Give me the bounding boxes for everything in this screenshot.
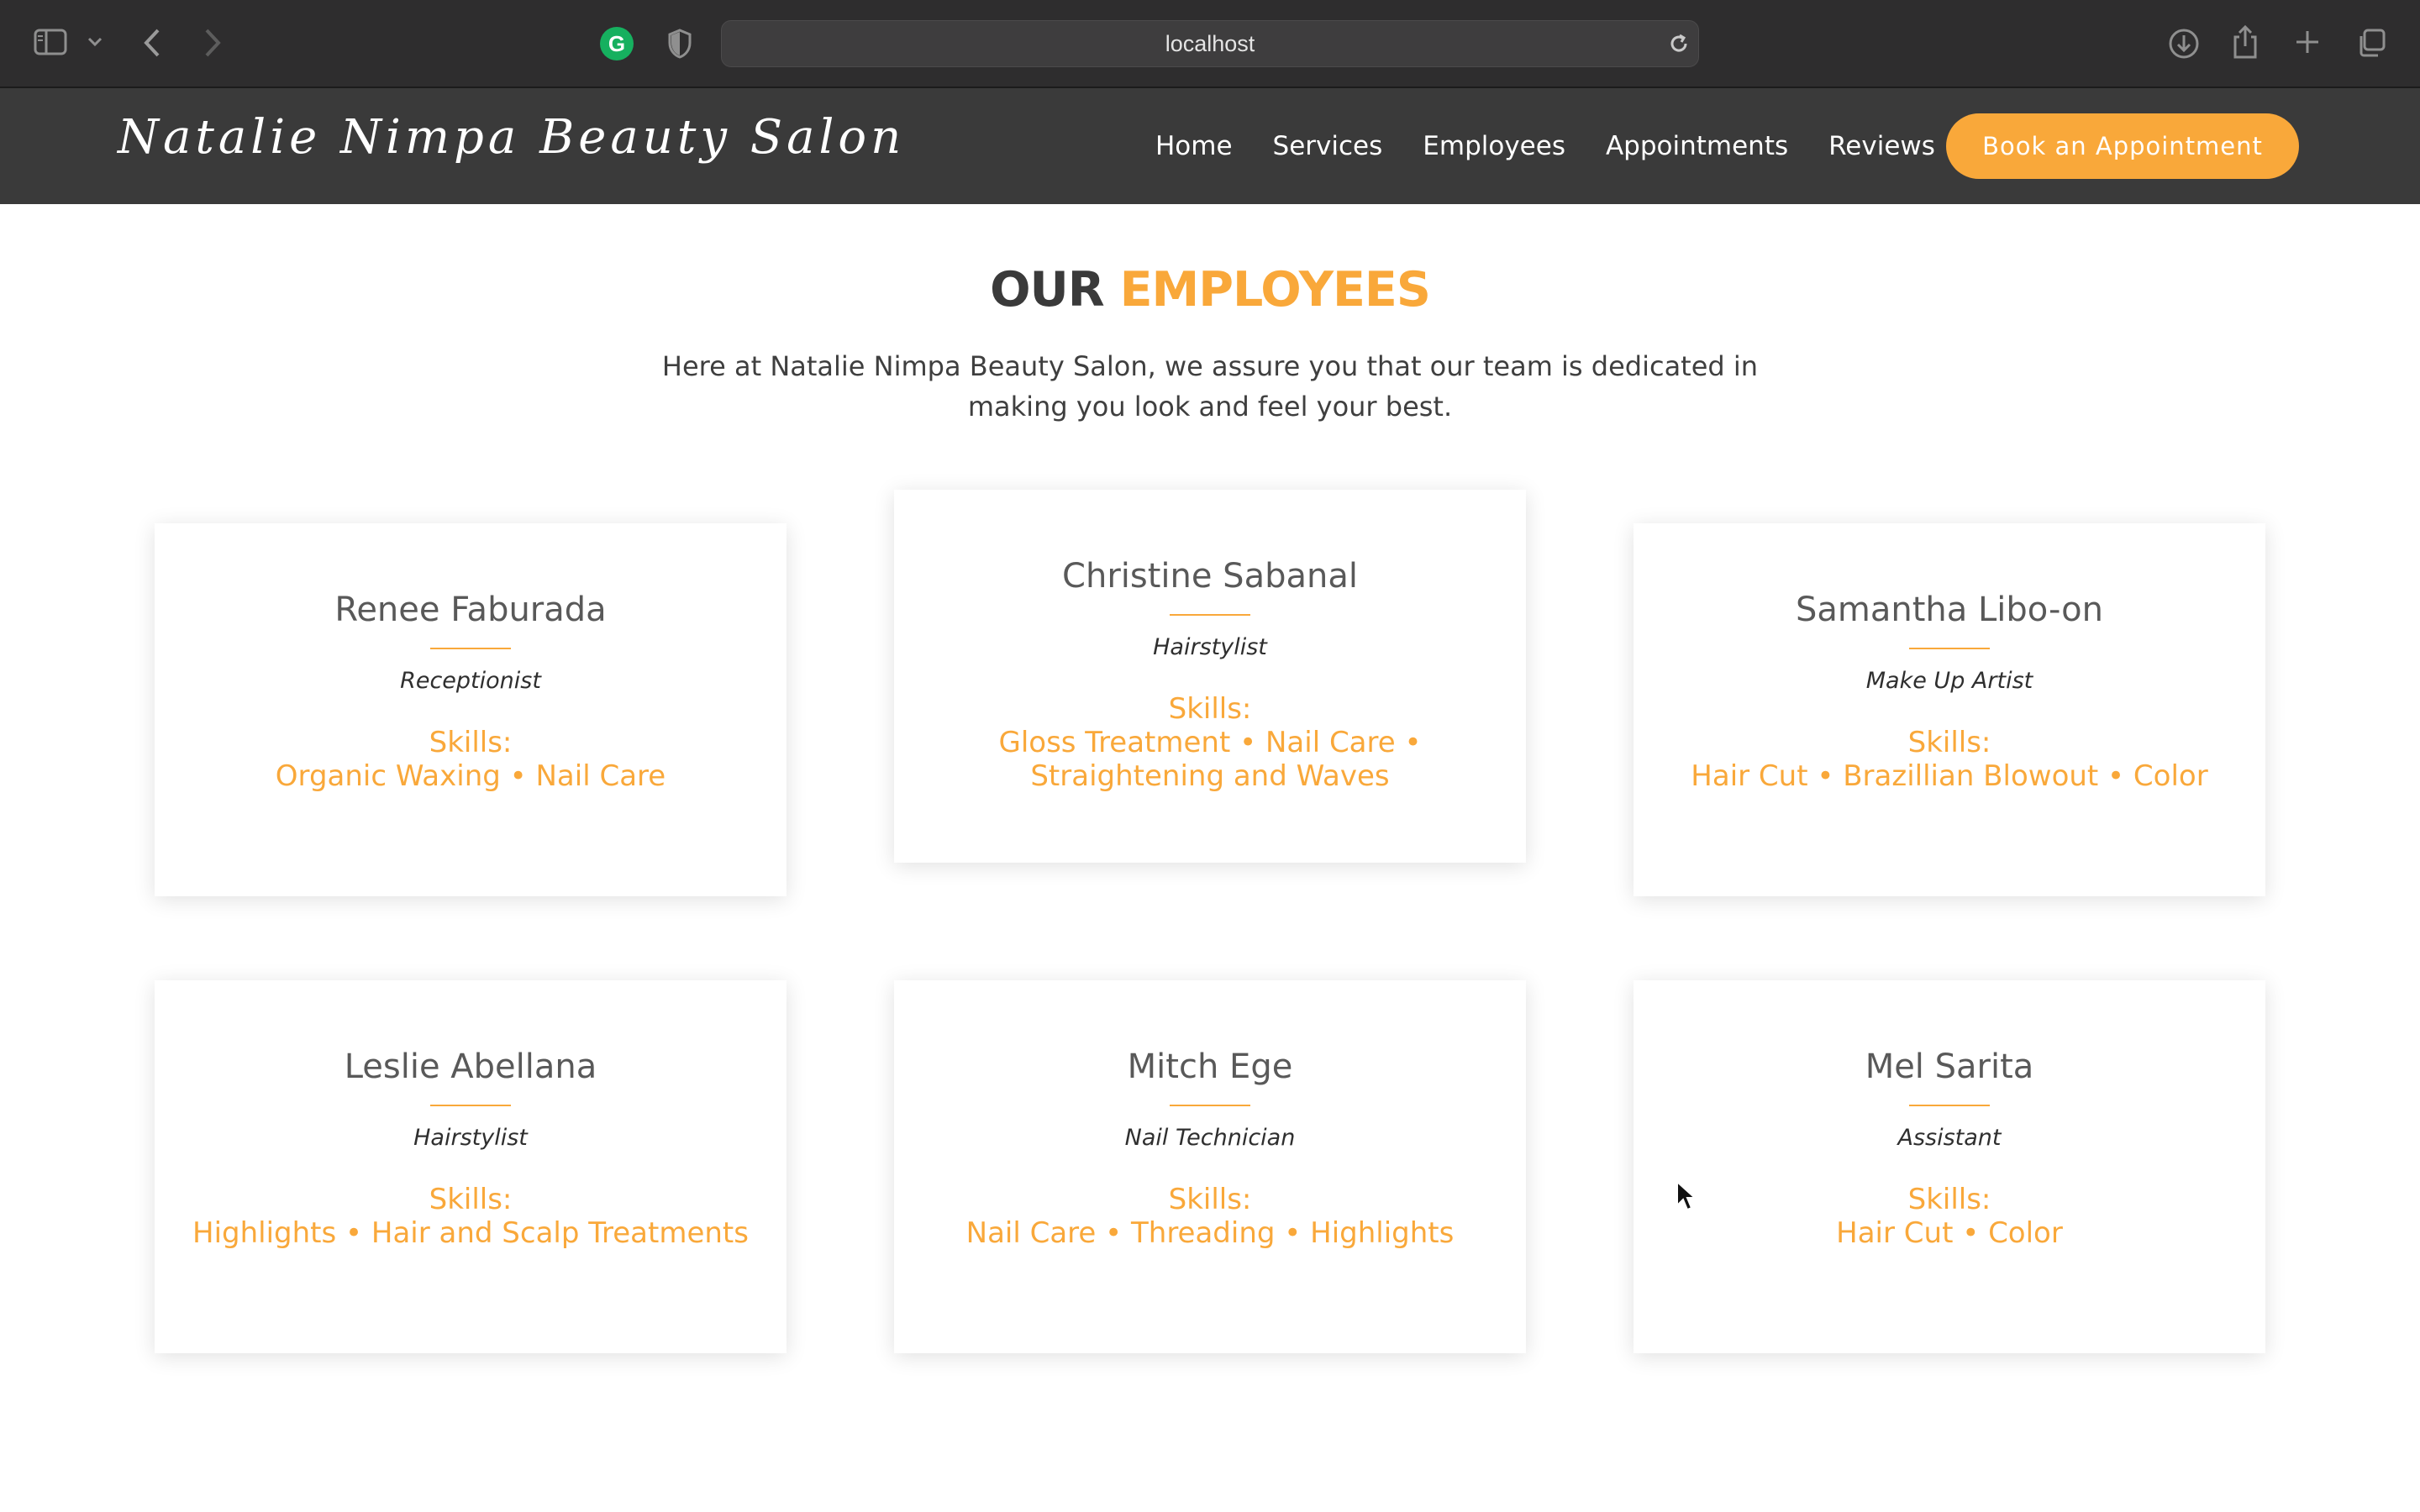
skills-label: Skills: [1168,1183,1252,1216]
section-intro: Here at Natalie Nimpa Beauty Salon, we a… [661,350,1759,423]
skills-list: Gloss Treatment • Nail Care • Straighten… [998,726,1422,793]
employee-role: Make Up Artist [1865,668,2033,694]
privacy-shield-icon[interactable] [667,29,692,59]
employee-name: Mel Sarita [1865,1047,2034,1086]
employee-name: Mitch Ege [1127,1047,1293,1086]
employee-skills: Skills: Hair Cut • Brazillian Blowout • … [1640,726,2259,793]
name-divider [1170,614,1250,616]
employee-role: Hairstylist [413,1125,528,1151]
employee-name: Christine Sabanal [1062,557,1358,596]
employee-role: Assistant [1897,1125,2002,1151]
employee-card: Mitch Ege Nail Technician Skills: Nail C… [894,980,1526,1353]
skills-label: Skills: [1168,692,1252,726]
new-tab-icon[interactable] [2294,29,2321,55]
employee-skills: Skills: Nail Care • Threading • Highligh… [901,1183,1519,1250]
name-divider [1909,648,1990,649]
section-title-dark: OUR [990,262,1105,318]
employee-card: Leslie Abellana Hairstylist Skills: High… [155,980,786,1353]
skills-list: Highlights • Hair and Scalp Treatments [192,1216,749,1250]
employee-card: Mel Sarita Assistant Skills: Hair Cut • … [1634,980,2265,1353]
back-icon[interactable] [143,29,161,57]
skills-list: Nail Care • Threading • Highlights [965,1216,1455,1250]
main-nav: Home Services Employees Appointments Rev… [1155,88,1935,204]
employee-role: Receptionist [400,668,541,694]
url-text: localhost [1165,31,1255,56]
employee-skills: Skills: Highlights • Hair and Scalp Trea… [161,1183,780,1250]
employee-skills: Skills: Gloss Treatment • Nail Care • St… [901,692,1519,793]
employee-card: Samantha Libo-on Make Up Artist Skills: … [1634,523,2265,896]
skills-label: Skills: [429,1183,513,1216]
mouse-cursor-icon [1676,1179,1697,1215]
employee-name: Leslie Abellana [344,1047,597,1086]
skills-list: Hair Cut • Brazillian Blowout • Color [1691,759,2208,793]
name-divider [430,1105,511,1106]
name-divider [430,648,511,649]
name-divider [1170,1105,1250,1106]
forward-icon[interactable] [203,29,222,57]
employee-card: Renee Faburada Receptionist Skills: Orga… [155,523,786,896]
tab-overview-icon[interactable] [2356,28,2386,58]
nav-reviews[interactable]: Reviews [1828,131,1935,161]
site-header: Natalie Nimpa Beauty Salon Home Services… [0,88,2420,204]
downloads-icon[interactable] [2168,28,2200,60]
chevron-down-icon[interactable] [87,37,103,47]
skills-label: Skills: [1907,1183,1991,1216]
sidebar-toggle-icon[interactable] [34,29,67,55]
skills-label: Skills: [429,726,513,759]
nav-home[interactable]: Home [1155,131,1233,161]
book-appointment-button[interactable]: Book an Appointment [1946,113,2299,179]
nav-employees[interactable]: Employees [1423,131,1565,161]
brand-logo[interactable]: Natalie Nimpa Beauty Salon [118,110,905,165]
employee-role: Nail Technician [1124,1125,1296,1151]
skills-list: Hair Cut • Color [1836,1216,2063,1250]
nav-appointments[interactable]: Appointments [1606,131,1788,161]
employee-skills: Skills: Hair Cut • Color [1640,1183,2259,1250]
skills-label: Skills: [1907,726,1991,759]
employee-role: Hairstylist [1153,634,1267,660]
nav-services[interactable]: Services [1273,131,1383,161]
browser-toolbar: G localhost [0,0,2420,88]
grammarly-extension-icon[interactable]: G [600,27,634,60]
reload-icon[interactable] [1668,33,1690,58]
employee-name: Renee Faburada [334,591,607,629]
share-icon[interactable] [2232,25,2259,60]
section-title: OUR EMPLOYEES [0,262,2420,318]
employee-skills: Skills: Organic Waxing • Nail Care [161,726,780,793]
section-title-accent: EMPLOYEES [1119,262,1431,318]
address-bar[interactable]: localhost [721,20,1699,67]
skills-list: Organic Waxing • Nail Care [275,759,666,793]
name-divider [1909,1105,1990,1106]
employee-name: Samantha Libo-on [1796,591,2103,629]
employee-card: Christine Sabanal Hairstylist Skills: Gl… [894,490,1526,863]
